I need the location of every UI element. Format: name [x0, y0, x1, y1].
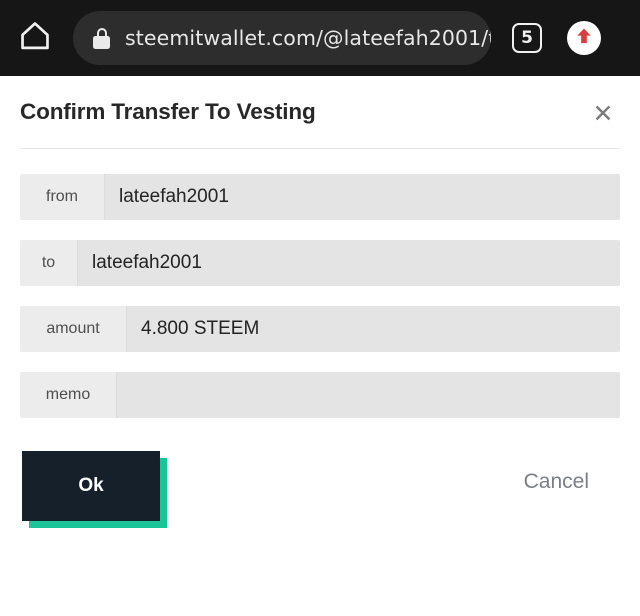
dialog-footer: Ok Cancel: [20, 451, 620, 541]
browser-toolbar: steemitwallet.com/@lateefah2001/trans 5: [0, 0, 640, 76]
dialog-header: Confirm Transfer To Vesting ✕: [20, 76, 620, 148]
tab-count-label: 5: [521, 28, 533, 48]
cancel-button[interactable]: Cancel: [524, 470, 589, 494]
field-value-amount: 4.800 STEEM: [127, 306, 620, 352]
ok-button[interactable]: Ok: [22, 451, 160, 521]
table-row: amount 4.800 STEEM: [20, 306, 620, 352]
field-label-from: from: [20, 174, 105, 220]
home-icon: [18, 19, 52, 58]
field-label-amount: amount: [20, 306, 127, 352]
confirm-transfer-dialog: Confirm Transfer To Vesting ✕ from latee…: [0, 76, 640, 616]
page-title: Confirm Transfer To Vesting: [20, 99, 316, 124]
upload-button[interactable]: [567, 21, 601, 55]
transfer-details-list: from lateefah2001 to lateefah2001 amount…: [20, 149, 620, 418]
field-label-memo: memo: [20, 372, 117, 418]
table-row: to lateefah2001: [20, 240, 620, 286]
home-button[interactable]: [8, 11, 62, 65]
lock-icon: [93, 27, 110, 49]
url-text: steemitwallet.com/@lateefah2001/trans: [125, 26, 491, 50]
table-row: from lateefah2001: [20, 174, 620, 220]
table-row: memo: [20, 372, 620, 418]
field-value-from: lateefah2001: [105, 174, 620, 220]
upload-arrow-icon: [574, 26, 594, 51]
address-bar[interactable]: steemitwallet.com/@lateefah2001/trans: [73, 11, 491, 65]
tab-counter-button[interactable]: 5: [512, 23, 542, 53]
field-value-memo: [117, 372, 620, 418]
ok-button-wrapper: Ok: [22, 451, 167, 528]
field-label-to: to: [20, 240, 78, 286]
field-value-to: lateefah2001: [78, 240, 620, 286]
close-icon[interactable]: ✕: [586, 96, 620, 130]
